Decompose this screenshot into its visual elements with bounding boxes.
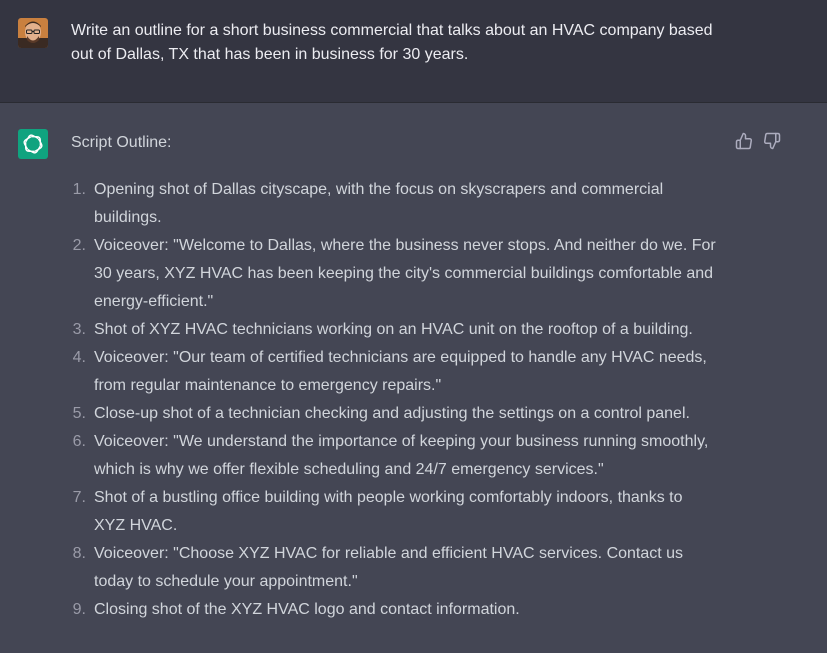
list-item-text: Voiceover: "Choose XYZ HVAC for reliable… <box>94 545 684 590</box>
list-item-text: Closing shot of the XYZ HVAC logo and co… <box>94 601 520 618</box>
openai-logo-icon <box>18 129 48 159</box>
assistant-message-row: Script Outline: 1. Opening shot of Dallas… <box>0 103 827 653</box>
thumbs-up-icon[interactable] <box>735 132 753 150</box>
list-item: 7. Shot of a bustling office building wit… <box>66 484 716 540</box>
list-number: 9. <box>72 601 86 618</box>
list-item: 8. Voiceover: "Choose XYZ HVAC for reliab… <box>66 540 716 596</box>
list-number: 3. <box>72 321 86 338</box>
list-item: 4. Voiceover: "Our team of certified tech… <box>66 344 716 400</box>
list-number: 4. <box>72 349 86 366</box>
list-item: 6. Voiceover: "We understand the importan… <box>66 428 716 484</box>
list-item: 5. Close-up shot of a technician checking… <box>66 400 716 428</box>
list-item-text: Shot of a bustling office building with … <box>94 489 683 534</box>
list-number: 6. <box>72 433 86 450</box>
user-message-row: Write an outline for a short business co… <box>0 0 827 103</box>
list-item-text: Opening shot of Dallas cityscape, with t… <box>94 181 664 226</box>
list-item-text: Close-up shot of a technician checking a… <box>94 405 690 422</box>
list-number: 1. <box>72 181 86 198</box>
list-number: 2. <box>72 237 86 254</box>
list-item-text: Voiceover: "We understand the importance… <box>94 433 709 478</box>
response-intro: Script Outline: <box>71 134 172 151</box>
user-message-text: Write an outline for a short business co… <box>71 22 713 63</box>
list-item: 9. Closing shot of the XYZ HVAC logo and … <box>66 596 716 624</box>
user-avatar-icon <box>18 18 48 48</box>
list-number: 5. <box>72 405 86 422</box>
thumbs-down-icon[interactable] <box>763 132 781 150</box>
list-item: 1. Opening shot of Dallas cityscape, with… <box>66 176 716 232</box>
list-item: 3. Shot of XYZ HVAC technicians working o… <box>66 316 716 344</box>
list-number: 7. <box>72 489 86 506</box>
list-item-text: Voiceover: "Our team of certified techni… <box>94 349 707 394</box>
list-item: 2. Voiceover: "Welcome to Dallas, where t… <box>66 232 716 316</box>
outline-list: 1. Opening shot of Dallas cityscape, with… <box>66 176 716 624</box>
list-item-text: Shot of XYZ HVAC technicians working on … <box>94 321 693 338</box>
list-item-text: Voiceover: "Welcome to Dallas, where the… <box>94 237 716 310</box>
list-number: 8. <box>72 545 86 562</box>
